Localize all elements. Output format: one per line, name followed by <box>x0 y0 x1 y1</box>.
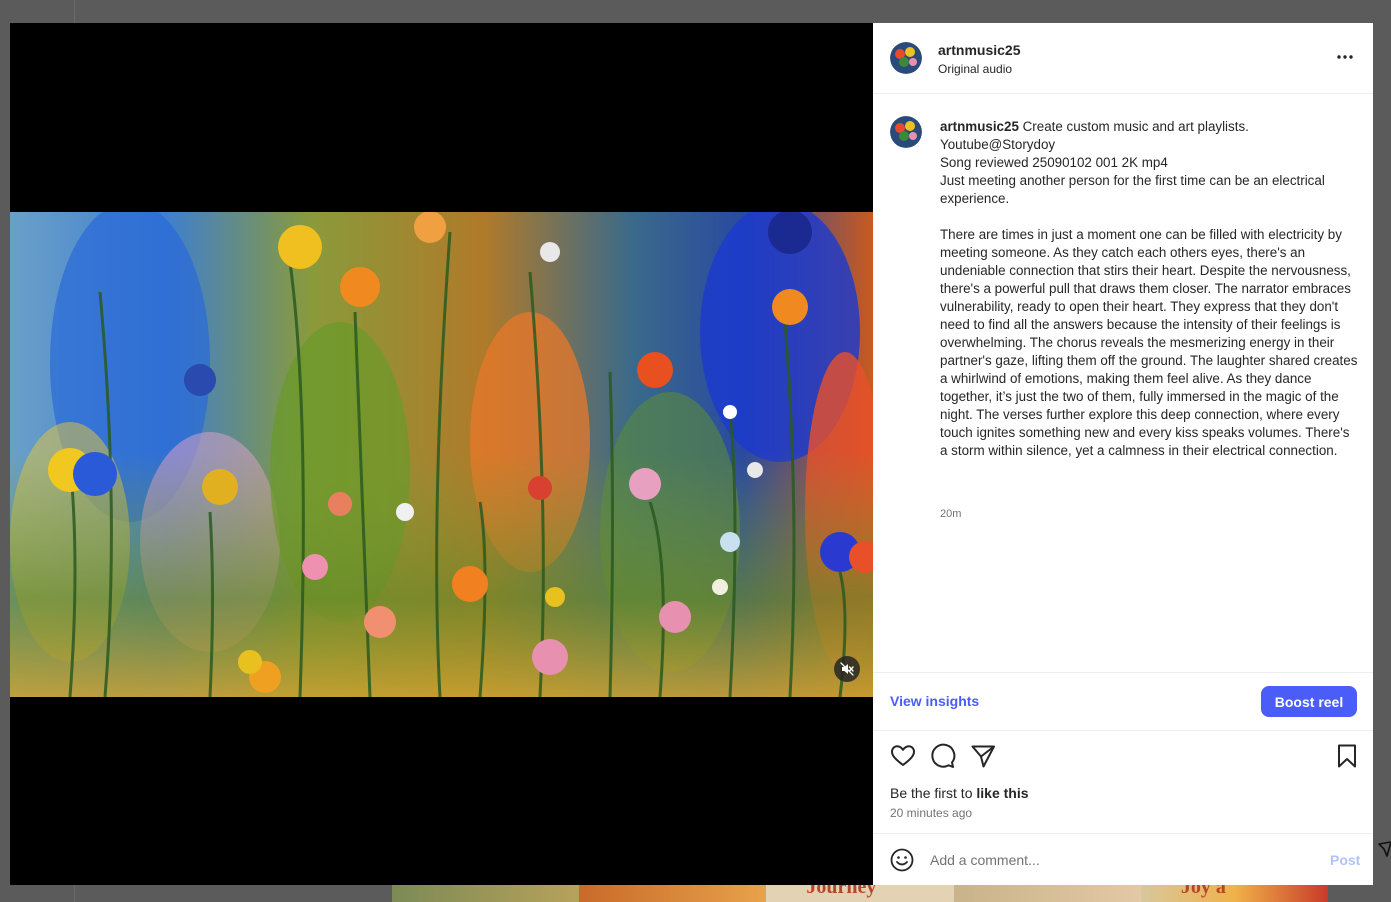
emoji-icon[interactable] <box>890 848 914 872</box>
comment-bar: Post <box>873 833 1373 886</box>
post-modal: artnmusic25 Original audio artnmusic25 C… <box>10 23 1373 885</box>
mute-icon <box>840 662 854 676</box>
avatar-image <box>890 42 922 74</box>
more-options-icon[interactable] <box>1335 49 1355 65</box>
like-this-link[interactable]: like this <box>976 785 1028 801</box>
comment-icon[interactable] <box>930 743 956 769</box>
likes-summary: Be the first to like this <box>890 785 1029 801</box>
bookmark-icon[interactable] <box>1334 743 1360 769</box>
flower-painting-image <box>10 212 873 697</box>
post-timestamp[interactable]: 20 minutes ago <box>890 806 972 820</box>
mute-toggle-button[interactable] <box>834 656 860 682</box>
heart-icon[interactable] <box>890 743 916 769</box>
avatar[interactable] <box>890 116 922 148</box>
action-bar <box>873 743 1373 773</box>
view-insights-link[interactable]: View insights <box>890 693 979 709</box>
post-header: artnmusic25 Original audio <box>873 23 1373 94</box>
audio-link[interactable]: Original audio <box>938 62 1012 76</box>
username-link[interactable]: artnmusic25 <box>938 42 1020 58</box>
share-icon[interactable] <box>1377 838 1391 864</box>
share-icon[interactable] <box>970 743 996 769</box>
comment-input[interactable] <box>930 849 1310 871</box>
post-comment-button[interactable]: Post <box>1330 852 1360 868</box>
caption-username[interactable]: artnmusic25 <box>940 119 1019 134</box>
caption-text: artnmusic25 Create custom music and art … <box>940 118 1360 460</box>
avatar[interactable] <box>890 42 922 74</box>
caption-timestamp: 20m <box>940 508 962 520</box>
likes-prefix: Be the first to <box>890 785 977 801</box>
reel-media[interactable] <box>10 23 873 885</box>
caption-body: Create custom music and art playlists. Y… <box>940 119 1358 458</box>
boost-reel-button[interactable]: Boost reel <box>1261 686 1357 717</box>
avatar-image <box>890 116 922 148</box>
post-details-panel: artnmusic25 Original audio artnmusic25 C… <box>873 23 1373 885</box>
insights-bar: View insights Boost reel <box>873 672 1373 731</box>
